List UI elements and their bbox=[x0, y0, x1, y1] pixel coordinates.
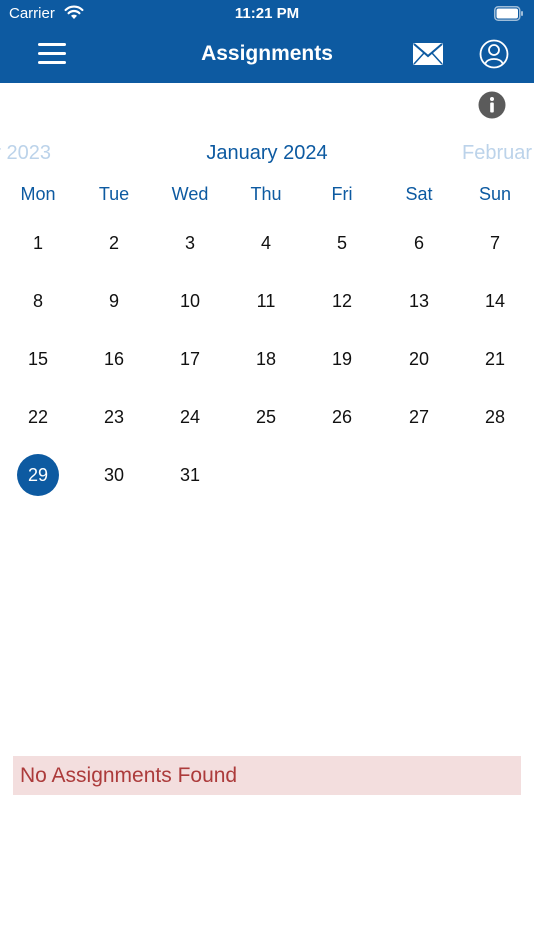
calendar-day[interactable]: 26 bbox=[321, 396, 363, 438]
month-carousel[interactable]: ber 2023 January 2024 Februar bbox=[0, 142, 534, 172]
weekday-header: Mon Tue Wed Thu Fri Sat Sun bbox=[0, 184, 534, 210]
calendar-day[interactable]: 14 bbox=[474, 280, 516, 322]
calendar-day[interactable]: 13 bbox=[398, 280, 440, 322]
weekday-label: Thu bbox=[250, 184, 282, 204]
navigation-bar: Assignments bbox=[0, 28, 534, 83]
calendar-day[interactable]: 4 bbox=[245, 222, 287, 264]
calendar-day[interactable]: 27 bbox=[398, 396, 440, 438]
current-month-label: January 2024 bbox=[206, 142, 328, 164]
calendar-day[interactable]: 21 bbox=[474, 338, 516, 380]
calendar-day[interactable]: 11 bbox=[245, 280, 287, 322]
calendar-day[interactable]: 2 bbox=[93, 222, 135, 264]
status-bar: Carrier 11:21 PM bbox=[0, 0, 534, 28]
calendar-day[interactable]: 15 bbox=[17, 338, 59, 380]
weekday-label: Fri bbox=[331, 184, 353, 204]
weekday-label: Mon bbox=[20, 184, 56, 204]
calendar-day[interactable]: 8 bbox=[17, 280, 59, 322]
weekday-label: Tue bbox=[98, 184, 130, 204]
next-month-label[interactable]: Februar bbox=[462, 142, 532, 165]
calendar-day[interactable]: 7 bbox=[474, 222, 516, 264]
calendar-day[interactable]: 6 bbox=[398, 222, 440, 264]
page-title: Assignments bbox=[201, 42, 333, 65]
calendar-day[interactable]: 28 bbox=[474, 396, 516, 438]
calendar-day[interactable]: 16 bbox=[93, 338, 135, 380]
weekday-label: Wed bbox=[171, 184, 209, 204]
calendar-day[interactable]: 10 bbox=[169, 280, 211, 322]
calendar-day[interactable]: 24 bbox=[169, 396, 211, 438]
calendar-day[interactable]: 18 bbox=[245, 338, 287, 380]
battery-icon bbox=[494, 6, 523, 21]
calendar-day[interactable]: 22 bbox=[17, 396, 59, 438]
calendar-day[interactable]: 17 bbox=[169, 338, 211, 380]
calendar-day-selected[interactable]: 29 bbox=[17, 454, 59, 496]
mail-icon[interactable] bbox=[412, 42, 444, 66]
calendar-day[interactable]: 20 bbox=[398, 338, 440, 380]
calendar-day[interactable]: 9 bbox=[93, 280, 135, 322]
status-time: 11:21 PM bbox=[234, 5, 300, 22]
app-header: Carrier 11:21 PM Assignments bbox=[0, 0, 534, 83]
calendar-day[interactable]: 3 bbox=[169, 222, 211, 264]
calendar-grid: 1 2 3 4 5 6 7 8 9 10 11 12 13 14 15 16 1… bbox=[0, 214, 534, 504]
calendar-day[interactable]: 12 bbox=[321, 280, 363, 322]
calendar-day[interactable]: 31 bbox=[169, 454, 211, 496]
profile-icon[interactable] bbox=[479, 39, 509, 69]
calendar-day[interactable]: 1 bbox=[17, 222, 59, 264]
calendar-day[interactable]: 30 bbox=[93, 454, 135, 496]
info-icon[interactable] bbox=[478, 91, 506, 119]
no-assignments-message: No Assignments Found bbox=[13, 756, 521, 795]
weekday-label: Sun bbox=[478, 184, 512, 204]
calendar-day[interactable]: 25 bbox=[245, 396, 287, 438]
calendar-day[interactable]: 23 bbox=[93, 396, 135, 438]
calendar-day[interactable]: 19 bbox=[321, 338, 363, 380]
calendar-day[interactable]: 5 bbox=[321, 222, 363, 264]
weekday-label: Sat bbox=[405, 184, 433, 204]
